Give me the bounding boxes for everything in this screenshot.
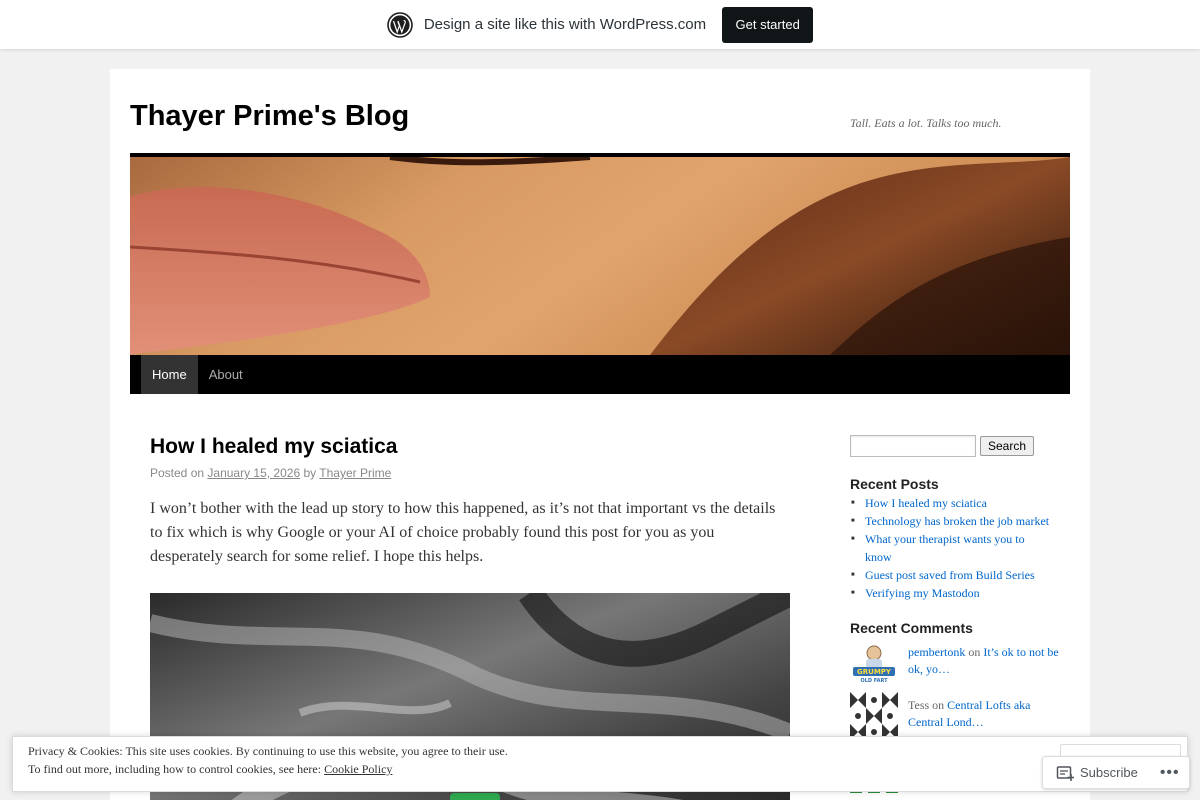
comment-text: Tess on Central Lofts aka Central Lond… <box>908 692 1060 740</box>
comment-on-label: on <box>932 698 945 712</box>
recent-posts-list: How I healed my sciatica Technology has … <box>850 494 1065 602</box>
grumpy-old-fart-avatar-icon[interactable]: GRUMPY OLD FART <box>850 639 898 687</box>
cookie-policy-link[interactable]: Cookie Policy <box>324 762 392 776</box>
recent-comment: GRUMPY OLD FART pembertonk on It’s ok to… <box>850 639 1060 687</box>
posted-on-label: Posted on <box>150 466 205 480</box>
svg-text:OLD FART: OLD FART <box>860 678 888 684</box>
site-description: Tall. Eats a lot. Talks too much. <box>850 116 1002 130</box>
subscribe-widget: Subscribe ••• <box>1042 756 1190 789</box>
more-options-icon[interactable]: ••• <box>1160 764 1180 782</box>
recent-post-link[interactable]: Technology has broken the job market <box>865 514 1049 528</box>
nav-item-home[interactable]: Home <box>141 355 198 394</box>
list-item: Guest post saved from Build Series <box>850 566 1065 584</box>
reader-subscribe-icon[interactable] <box>1056 764 1074 782</box>
wordpress-promo-bar: Design a site like this with WordPress.c… <box>0 0 1200 49</box>
cookie-notice: Privacy & Cookies: This site uses cookie… <box>12 736 1188 792</box>
recent-post-link[interactable]: Verifying my Mastodon <box>865 586 980 600</box>
comment-text: pembertonk on It’s ok to not be ok, yo… <box>908 639 1060 687</box>
search-input[interactable] <box>850 435 976 457</box>
comment-on-label: on <box>968 645 981 659</box>
list-item: Technology has broken the job market <box>850 512 1065 530</box>
by-label: by <box>303 466 317 480</box>
post-title[interactable]: How I healed my sciatica <box>150 435 397 459</box>
wordpress-logo-icon[interactable] <box>387 11 413 38</box>
recent-posts-heading: Recent Posts <box>850 476 939 492</box>
recent-comment: Tess on Central Lofts aka Central Lond… <box>850 692 1060 740</box>
search-form: Search <box>850 435 1034 457</box>
list-item: What your therapist wants you to know <box>850 530 1025 566</box>
svg-text:GRUMPY: GRUMPY <box>857 668 892 676</box>
recent-post-link[interactable]: How I healed my sciatica <box>865 496 987 510</box>
post-author-link[interactable]: Thayer Prime <box>319 466 391 480</box>
post-meta: Posted on January 15, 2026 by Thayer Pri… <box>150 466 391 480</box>
get-started-button[interactable]: Get started <box>722 6 814 43</box>
promo-text: Design a site like this with WordPress.c… <box>423 16 707 33</box>
recent-post-link[interactable]: What your therapist wants you to know <box>865 532 1025 564</box>
subscribe-button[interactable]: Subscribe <box>1080 765 1138 780</box>
list-item: How I healed my sciatica <box>850 494 1065 512</box>
list-item: Verifying my Mastodon <box>850 584 1065 602</box>
cookie-text: Privacy & Cookies: This site uses cookie… <box>28 744 508 758</box>
search-button[interactable]: Search <box>980 436 1034 456</box>
post-date-link[interactable]: January 15, 2026 <box>207 466 300 480</box>
post-body: I won’t bother with the lead up story to… <box>150 500 776 565</box>
identicon-avatar-icon[interactable] <box>850 692 898 740</box>
page-wrapper: Thayer Prime's Blog Tall. Eats a lot. Ta… <box>110 69 1090 800</box>
cookie-policy-text: To find out more, including how to contr… <box>28 762 392 777</box>
comment-author-link[interactable]: pembertonk <box>908 645 965 659</box>
main-navigation: Home About <box>130 355 1070 394</box>
nav-item-about[interactable]: About <box>198 355 254 394</box>
cookie-policy-prefix: To find out more, including how to contr… <box>28 762 322 776</box>
recent-comments-heading: Recent Comments <box>850 620 973 636</box>
recent-post-link[interactable]: Guest post saved from Build Series <box>865 568 1035 582</box>
comment-author: Tess <box>908 698 930 712</box>
header-image[interactable] <box>130 153 1070 355</box>
site-title[interactable]: Thayer Prime's Blog <box>130 100 409 133</box>
